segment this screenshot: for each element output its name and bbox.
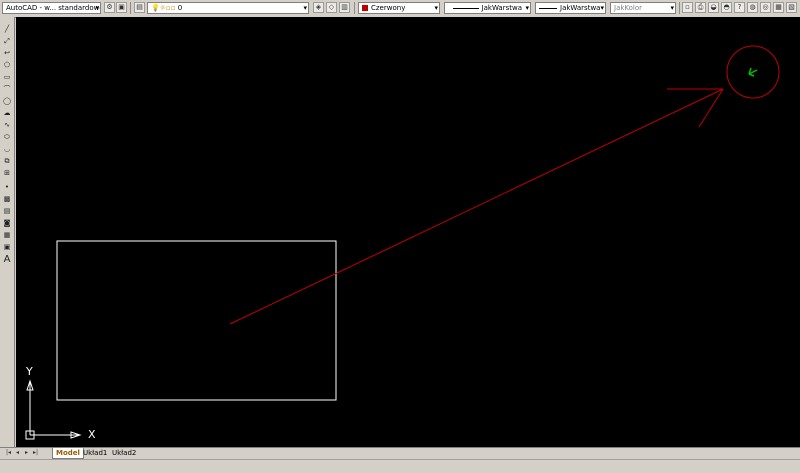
drawing-canvas[interactable]: Y X (16, 17, 800, 447)
layer-value: 0 (177, 4, 183, 12)
workspace-value: AutoCAD - w... standardowe (6, 4, 101, 12)
linetype-dropdown[interactable]: JakWarstwa ▾ (444, 2, 531, 14)
chevron-down-icon: ▾ (303, 4, 307, 12)
lineweight-dropdown[interactable]: JakWarstwa ▾ (535, 2, 606, 14)
boundary-icon[interactable]: ▣ (2, 243, 12, 252)
revision-cloud-icon[interactable]: ☁ (2, 109, 12, 118)
layer-dropdown[interactable]: 💡☼▫▫ 0 ▾ (147, 2, 309, 14)
qnew-icon[interactable]: ▫ (682, 2, 693, 13)
properties-palette-icon[interactable]: ▧ (786, 2, 797, 13)
cursor-icon (748, 67, 758, 77)
circle-icon[interactable]: ◯ (2, 97, 12, 106)
chevron-down-icon: ▾ (525, 4, 529, 12)
hatch-icon[interactable]: ▩ (2, 195, 12, 204)
previous-tab-icon[interactable]: ◂ (14, 449, 21, 457)
chevron-down-icon: ▾ (95, 4, 99, 12)
command-line-area[interactable] (0, 459, 800, 473)
arc-icon[interactable]: ⌒ (2, 85, 12, 94)
workspace-button-icon[interactable]: ▣ (116, 2, 127, 13)
lineweight-value: JakWarstwa (560, 4, 601, 12)
color-swatch (362, 5, 368, 11)
first-tab-icon[interactable]: |◂ (5, 449, 12, 457)
multiline-text-icon[interactable]: A (2, 255, 12, 265)
workspace-dropdown[interactable]: AutoCAD - w... standardowe ▾ (2, 2, 101, 14)
workspace-settings-icon[interactable]: ⚙ (104, 2, 115, 13)
insert-block-icon[interactable]: ⧉ (2, 157, 12, 166)
next-tab-icon[interactable]: ▸ (23, 449, 30, 457)
toolbar-separator (354, 2, 355, 14)
construction-line-icon[interactable]: ⤢ (2, 37, 12, 46)
make-object-layer-current-icon[interactable]: ◈ (313, 2, 324, 13)
drawn-red-line (229, 88, 724, 325)
chevron-down-icon: ▾ (600, 4, 604, 12)
color-value: Czerwony (371, 4, 406, 12)
layer-previous-icon[interactable]: ◇ (326, 2, 337, 13)
plotstyle-value: JakKolor (614, 4, 643, 12)
polyline-icon[interactable]: ↩ (2, 49, 12, 58)
tab-uklad2[interactable]: Układ2 (109, 448, 139, 458)
properties-toolbar: AutoCAD - w... standardowe ▾ ⚙ ▣ ▤ 💡☼▫▫ … (0, 0, 800, 18)
plot-icon[interactable]: ⎙ (695, 2, 706, 13)
linetype-value: JakWarstwa (481, 4, 522, 12)
drawn-rectangle (56, 240, 337, 401)
last-tab-icon[interactable]: ▸| (32, 449, 39, 457)
ucs-icon (25, 379, 82, 440)
tab-uklad1[interactable]: Układ1 (80, 448, 110, 458)
plotstyle-dropdown[interactable]: JakKolor ▾ (610, 2, 676, 14)
layer-state-icons: 💡☼▫▫ (151, 4, 178, 12)
render-icon[interactable]: ◎ (760, 2, 771, 13)
rectangle-icon[interactable]: ▭ (2, 73, 12, 82)
region-icon[interactable]: ◙ (2, 219, 12, 228)
lineweight-preview (539, 7, 557, 9)
linetype-preview (452, 7, 479, 9)
layer-states-icon[interactable]: ▥ (339, 2, 350, 13)
chevron-down-icon: ▾ (434, 4, 438, 12)
plot-preview-icon[interactable]: ◒ (708, 2, 719, 13)
polygon-icon[interactable]: ⬠ (2, 61, 12, 70)
page-setup-icon[interactable]: ◍ (747, 2, 758, 13)
ellipse-icon[interactable]: ⬭ (2, 133, 12, 142)
table-icon[interactable]: ▦ (2, 231, 12, 240)
ucs-x-label: X (88, 428, 96, 441)
publish-icon[interactable]: ◓ (721, 2, 732, 13)
ucs-y-label: Y (26, 365, 33, 378)
tool-palettes-icon[interactable]: ▦ (773, 2, 784, 13)
toolbar-separator (130, 2, 131, 14)
ellipse-arc-icon[interactable]: ◡ (2, 145, 12, 154)
color-dropdown[interactable]: Czerwony ▾ (358, 2, 440, 14)
line-icon[interactable]: ╱ (2, 25, 12, 34)
layer-manager-icon[interactable]: ▤ (134, 2, 145, 13)
chevron-down-icon: ▾ (670, 4, 674, 12)
layout-tabs-bar: |◂ ◂ ▸ ▸| Model Układ1 Układ2 (0, 447, 800, 459)
toolbar-separator (679, 2, 680, 14)
make-block-icon[interactable]: ⊞ (2, 169, 12, 178)
gradient-icon[interactable]: ▤ (2, 207, 12, 216)
point-icon[interactable]: • (2, 183, 12, 192)
drawing-svg (25, 45, 780, 440)
help-icon[interactable]: ? (734, 2, 745, 13)
spline-icon[interactable]: ∿ (2, 121, 12, 130)
draw-toolbar: ╱ ⤢ ↩ ⬠ ▭ ⌒ ◯ ☁ ∿ ⬭ ◡ ⧉ ⊞ • ▩ ▤ ◙ ▦ ▣ A (0, 17, 15, 447)
